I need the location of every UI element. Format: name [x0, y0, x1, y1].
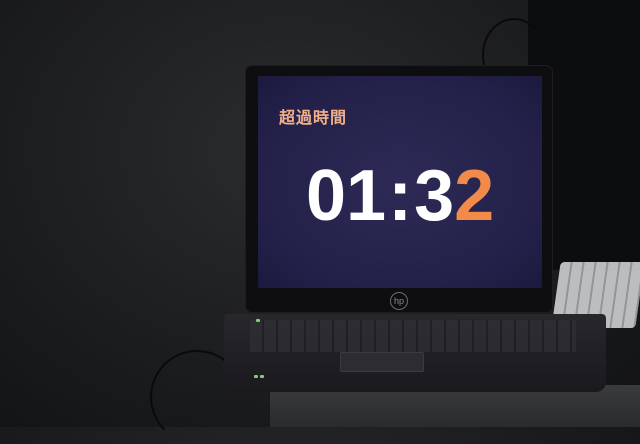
status-led-icon — [256, 319, 260, 322]
hp-logo-icon: hp — [390, 292, 408, 310]
timer-seconds-ones: 2 2 — [454, 156, 494, 236]
timer-separator: : — [388, 156, 413, 236]
status-led-icon — [260, 375, 264, 378]
overtime-timer: 01 : 3 2 2 — [306, 156, 494, 236]
timer-minutes: 01 — [306, 156, 387, 236]
photo-scene: 超過時間 01 : 3 2 2 hp — [0, 0, 640, 444]
laptop-screen: 超過時間 01 : 3 2 2 — [258, 76, 542, 288]
laptop-keyboard — [250, 320, 576, 352]
overtime-label: 超過時間 — [279, 110, 348, 127]
timer-seconds-tens: 3 — [414, 156, 455, 236]
status-led-icon — [254, 375, 258, 378]
touchpad — [340, 352, 424, 372]
